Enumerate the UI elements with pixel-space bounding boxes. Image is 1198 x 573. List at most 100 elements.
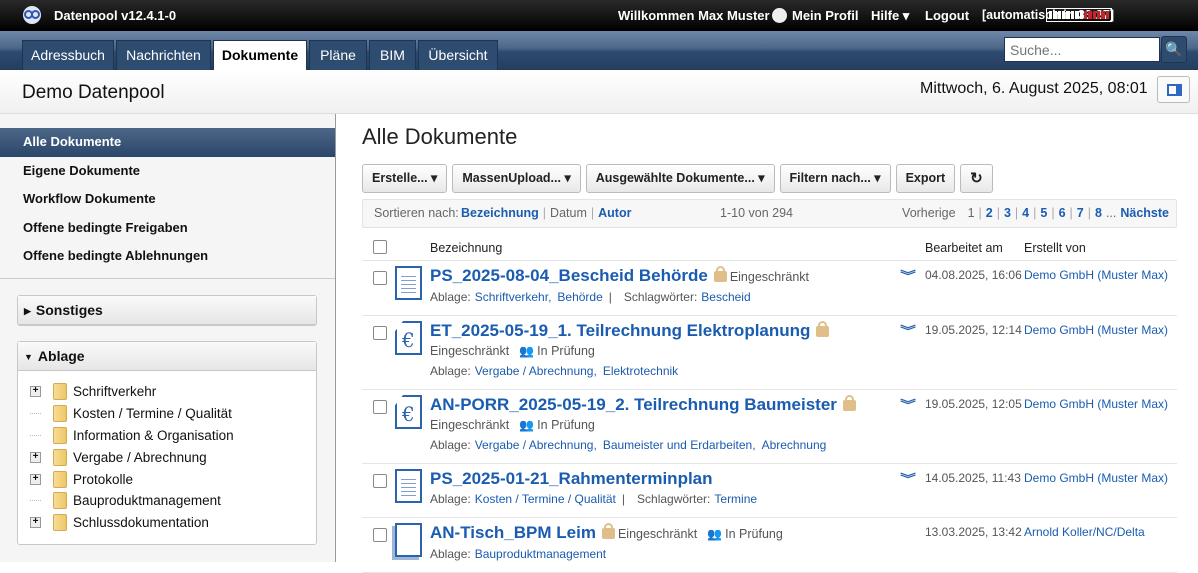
- sidebar-item[interactable]: Workflow Dokumente: [0, 185, 335, 214]
- help-menu[interactable]: Hilfe ▾: [871, 8, 909, 24]
- toolbar-button[interactable]: Export: [895, 164, 956, 193]
- pager-page[interactable]: 4: [1022, 206, 1029, 220]
- ablage-link[interactable]: Kosten / Termine / Qualität: [475, 492, 616, 506]
- pager-page[interactable]: 3: [1004, 206, 1011, 220]
- search-button[interactable]: 🔍: [1161, 36, 1187, 63]
- panel-title: Sonstiges: [35, 302, 103, 318]
- sort-autor[interactable]: Autor: [598, 206, 631, 220]
- tree-node[interactable]: + Protokolle: [30, 468, 316, 490]
- created-by-link[interactable]: Demo GmbH (Muster Max): [1024, 471, 1168, 485]
- ablage-link[interactable]: Elektrotechnik: [603, 364, 678, 378]
- tree-node[interactable]: + Schlussdokumentation: [30, 512, 316, 534]
- tag-link[interactable]: Termine: [714, 492, 757, 506]
- created-by-link[interactable]: Demo GmbH (Muster Max): [1024, 323, 1168, 337]
- created-by-link[interactable]: Demo GmbH (Muster Max): [1024, 397, 1168, 411]
- expand-plus-icon[interactable]: +: [30, 451, 41, 463]
- refresh-button[interactable]: ↻: [960, 164, 993, 193]
- document-title-link[interactable]: ET_2025-05-19_1. Teilrechnung Elektropla…: [430, 321, 810, 340]
- sort-bar: Sortieren nach: Bezeichnung | Datum | Autor …: [362, 199, 1177, 228]
- pager-next[interactable]: Nächste: [1120, 206, 1169, 220]
- toolbar-button[interactable]: Erstelle... ▾: [362, 164, 448, 193]
- workflow-users-icon: 👥: [519, 344, 535, 358]
- folder-icon: [53, 492, 67, 510]
- ablage-link[interactable]: Abrechnung: [762, 438, 827, 452]
- row-checkbox[interactable]: [373, 326, 387, 340]
- pager-page[interactable]: 6: [1059, 206, 1066, 220]
- sort-bezeichnung[interactable]: Bezeichnung: [461, 206, 539, 220]
- col-bearbeitet[interactable]: Bearbeitet am: [925, 241, 1003, 255]
- row-checkbox[interactable]: [373, 474, 387, 488]
- tab-bim[interactable]: BIM: [369, 40, 416, 70]
- panel-ablage-header[interactable]: ▼ Ablage: [18, 342, 316, 371]
- ablage-link[interactable]: Vergabe / Abrechnung,: [475, 438, 597, 452]
- search-input[interactable]: [1004, 37, 1160, 62]
- progress-segment: [1096, 11, 1101, 19]
- ablage-link[interactable]: Bauproduktmanagement: [475, 547, 606, 561]
- select-all-checkbox[interactable]: [373, 240, 387, 254]
- lock-icon: [842, 395, 856, 411]
- tab-pläne[interactable]: Pläne: [309, 40, 367, 70]
- tree-node[interactable]: Information & Organisation: [30, 425, 316, 447]
- logout-link[interactable]: Logout: [925, 8, 969, 23]
- toggle-panel-button[interactable]: [1157, 76, 1190, 103]
- tab-nachrichten[interactable]: Nachrichten: [116, 40, 211, 70]
- tag-link[interactable]: Bescheid: [701, 290, 750, 304]
- tab-übersicht[interactable]: Übersicht: [418, 40, 498, 70]
- document-title-link[interactable]: AN-Tisch_BPM Leim: [430, 523, 596, 542]
- panel-sonstiges-header[interactable]: ▶ Sonstiges: [18, 296, 316, 325]
- created-by-link[interactable]: Demo GmbH (Muster Max): [1024, 268, 1168, 282]
- document-list: PS_2025-08-04_Bescheid Behörde Eingeschrä…: [362, 261, 1177, 573]
- ablage-link[interactable]: Vergabe / Abrechnung,: [475, 364, 597, 378]
- tree-node[interactable]: + Vergabe / Abrechnung: [30, 446, 316, 468]
- expand-plus-icon[interactable]: +: [30, 386, 41, 398]
- pager-separator: |: [1087, 206, 1091, 220]
- toolbar-button[interactable]: Filtern nach... ▾: [779, 164, 891, 193]
- expand-chevron-icon[interactable]: ︾: [900, 267, 916, 284]
- expand-chevron-icon[interactable]: ︾: [900, 322, 916, 339]
- tree-node-label: Kosten / Termine / Qualität: [73, 406, 232, 422]
- expand-plus-icon[interactable]: +: [30, 517, 41, 529]
- tab-adressbuch[interactable]: Adressbuch: [22, 40, 114, 70]
- restricted-badge: Eingeschränkt: [729, 270, 810, 284]
- col-bezeichnung[interactable]: Bezeichnung: [430, 241, 502, 255]
- tree-node-label: Vergabe / Abrechnung: [73, 449, 207, 465]
- ablage-link[interactable]: Baumeister und Erdarbeiten,: [603, 438, 756, 452]
- result-range: 1-10 von 294: [720, 206, 793, 220]
- pager-page[interactable]: 7: [1077, 206, 1084, 220]
- col-erstellt[interactable]: Erstellt von: [1024, 241, 1086, 255]
- tree-node[interactable]: Bauproduktmanagement: [30, 490, 316, 512]
- row-checkbox[interactable]: [373, 400, 387, 414]
- toolbar-button[interactable]: MassenUpload... ▾: [452, 164, 581, 193]
- tree-connector: [30, 434, 41, 436]
- panel-title: Ablage: [37, 348, 85, 364]
- main-nav: Adressbuch Nachrichten Dokumente Pläne BIM Üb…: [0, 31, 1198, 71]
- pager-page[interactable]: 8: [1095, 206, 1102, 220]
- tree-node[interactable]: Kosten / Termine / Qualität: [30, 403, 316, 425]
- document-title-link[interactable]: PS_2025-08-04_Bescheid Behörde: [430, 266, 708, 285]
- created-by-link[interactable]: Arnold Koller/NC/Delta: [1024, 525, 1145, 539]
- pager-page[interactable]: 2: [986, 206, 993, 220]
- ablage-link[interactable]: Behörde: [557, 290, 602, 304]
- expand-chevron-icon[interactable]: ︾: [900, 396, 916, 413]
- lock-icon: [816, 321, 830, 337]
- pager-page[interactable]: 5: [1040, 206, 1047, 220]
- sidebar-item[interactable]: Eigene Dokumente: [0, 157, 335, 186]
- sort-datum[interactable]: Datum: [550, 206, 587, 220]
- expand-chevron-icon[interactable]: ︾: [900, 470, 916, 487]
- document-title-link[interactable]: AN-PORR_2025-05-19_2. Teilrechnung Baume…: [430, 395, 837, 414]
- ablage-link[interactable]: Schriftverkehr,: [475, 290, 552, 304]
- edited-date: 19.05.2025, 12:05: [925, 397, 1022, 411]
- document-title-link[interactable]: PS_2025-01-21_Rahmenterminplan: [430, 469, 713, 488]
- profile-link[interactable]: Mein Profil: [772, 8, 858, 23]
- expand-plus-icon[interactable]: +: [30, 473, 41, 485]
- sidebar-item[interactable]: Alle Dokumente: [0, 128, 335, 157]
- tab-dokumente[interactable]: Dokumente: [213, 40, 307, 71]
- row-checkbox[interactable]: [373, 528, 387, 542]
- sidebar-item[interactable]: Offene bedingte Freigaben: [0, 214, 335, 243]
- sidebar-item[interactable]: Offene bedingte Ablehnungen: [0, 242, 335, 271]
- progress-segment: [1092, 11, 1096, 19]
- ablage-label: Ablage:: [430, 547, 471, 561]
- row-checkbox[interactable]: [373, 271, 387, 285]
- tree-node[interactable]: + Schriftverkehr: [30, 381, 316, 403]
- toolbar-button[interactable]: Ausgewählte Dokumente... ▾: [585, 164, 775, 193]
